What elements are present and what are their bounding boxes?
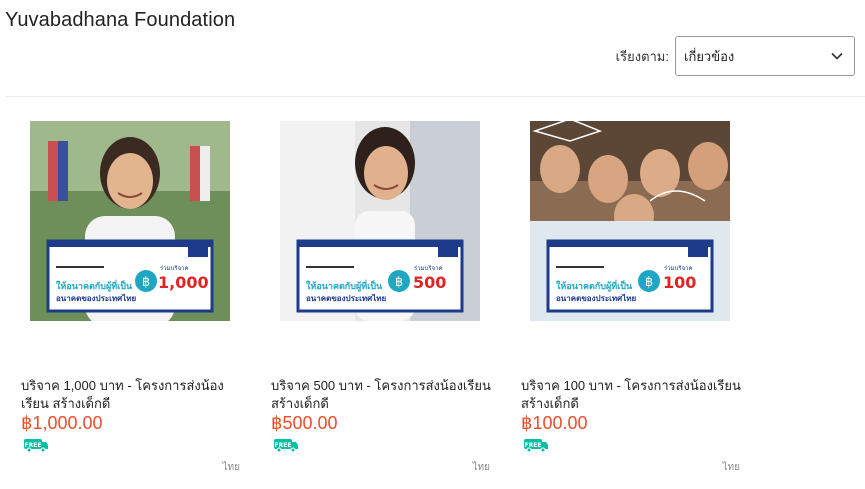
product-price: ฿500.00 (271, 413, 338, 433)
product-language: ไทย (472, 462, 490, 473)
svg-text:FREE: FREE (275, 442, 292, 449)
banner-amount: 500 (413, 273, 446, 292)
svg-text:฿: ฿ (395, 275, 403, 290)
svg-text:฿: ฿ (645, 275, 653, 290)
chevron-down-icon (831, 52, 843, 60)
banner-amount-label: ร่วมบริจาค (160, 265, 188, 272)
product-card[interactable]: ให้อนาคตกับผู้ที่เป็น อนาคตของประเทศไทย … (271, 121, 511, 481)
product-price: ฿1,000.00 (21, 413, 103, 433)
product-language: ไทย (222, 462, 240, 473)
shop-title: Yuvabadhana Foundation (5, 9, 236, 31)
banner-amount-label: ร่วมบริจาค (414, 265, 442, 272)
banner-slogan-2: อนาคตของประเทศไทย (306, 293, 387, 303)
product-grid: ให้อนาคตกับผู้ที่เป็น อนาคตของประเทศไทย … (0, 121, 865, 481)
banner-amount-label: ร่วมบริจาค (664, 265, 692, 272)
free-shipping-truck-icon: FREE (24, 439, 48, 453)
shop-page: Yuvabadhana Foundation เรียงตาม: เกี่ยวข… (0, 0, 865, 489)
product-title[interactable]: บริจาค 100 บาท - โครงการส่งน้องเรียน สร้… (521, 377, 746, 413)
banner-slogan-2: อนาคตของประเทศไทย (56, 293, 137, 303)
svg-text:FREE: FREE (525, 442, 542, 449)
banner-slogan-2: อนาคตของประเทศไทย (556, 293, 637, 303)
product-card[interactable]: ให้อนาคตกับผู้ที่เป็น อนาคตของประเทศไทย … (21, 121, 261, 481)
free-shipping-truck-icon: FREE (274, 439, 298, 453)
svg-text:฿: ฿ (142, 275, 150, 290)
sort-bar: เรียงตาม: เกี่ยวข้อง (616, 36, 855, 76)
product-card[interactable]: ให้อนาคตกับผู้ที่เป็น อนาคตของประเทศไทย … (521, 121, 761, 481)
product-image[interactable]: ให้อนาคตกับผู้ที่เป็น อนาคตของประเทศไทย … (530, 121, 730, 321)
product-image[interactable]: ให้อนาคตกับผู้ที่เป็น อนาคตของประเทศไทย … (30, 121, 230, 321)
product-image[interactable]: ให้อนาคตกับผู้ที่เป็น อนาคตของประเทศไทย … (280, 121, 480, 321)
sort-selected-value: เกี่ยวข้อง (684, 48, 735, 64)
product-title[interactable]: บริจาค 500 บาท - โครงการส่งน้องเรียน สร้… (271, 377, 496, 413)
divider (5, 96, 865, 97)
banner-amount: 1,000 (158, 273, 209, 292)
banner-amount: 100 (663, 273, 696, 292)
product-price: ฿100.00 (521, 413, 588, 433)
product-title[interactable]: บริจาค 1,000 บาท - โครงการส่งน้องเรียน ส… (21, 377, 246, 413)
sort-label: เรียงตาม: (615, 48, 669, 64)
sort-dropdown[interactable]: เกี่ยวข้อง (675, 36, 855, 76)
product-language: ไทย (722, 462, 740, 473)
svg-text:FREE: FREE (25, 442, 42, 449)
free-shipping-truck-icon: FREE (524, 439, 548, 453)
